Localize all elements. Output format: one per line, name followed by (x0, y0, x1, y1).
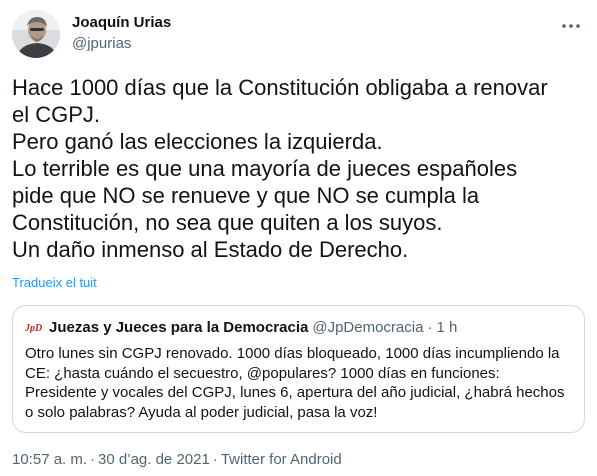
jpd-logo-text: JpD (25, 323, 42, 333)
tweet-text-line: Un daño inmenso al Estado de Derecho. (12, 237, 409, 262)
tweet-metadata: 10:57 a. m. · 30 d’ag. de 2021 · Twitter for… (12, 451, 342, 468)
separator-dot: · (427, 318, 433, 336)
tweet-source[interactable]: Twitter for Android (221, 451, 342, 468)
quoted-tweet[interactable]: JpD Juezas y Jueces para la Democracia @… (12, 305, 585, 433)
author-name[interactable]: Joaquín Urias (72, 14, 171, 31)
tweet-text-line: pide que NO se renueve y que NO se cumpl… (12, 183, 480, 208)
avatar[interactable] (12, 10, 60, 58)
quoted-text-line: o solo palabras? Ayuda al poder judicial… (25, 403, 378, 421)
more-options-button[interactable] (559, 14, 583, 38)
jpd-logo-graphic: JpD (25, 323, 42, 333)
quoted-author-name[interactable]: Juezas y Jueces para la Democracia (49, 319, 308, 336)
avatar-image (12, 10, 60, 58)
jpd-logo: JpD (25, 320, 43, 334)
tweet-date[interactable]: 30 d’ag. de 2021 (98, 451, 210, 468)
quoted-author-handle[interactable]: @JpDemocracia (312, 319, 423, 336)
tweet-text-line: el CGPJ. (12, 102, 101, 127)
tweet-text: Hace 1000 días que la Constitución oblig… (12, 74, 587, 263)
tweet-header: Joaquín Urias @jpurias (12, 10, 585, 60)
separator-dot: · (212, 451, 218, 468)
translate-tweet-link[interactable]: Tradueix el tuit (12, 275, 97, 290)
quoted-tweet-text: Otro lunes sin CGPJ renovado. 1000 días … (25, 344, 575, 422)
tweet-text-line: Lo terrible es que una mayoría de jueces… (12, 156, 518, 181)
quoted-tweet-header: JpD Juezas y Jueces para la Democracia @… (25, 318, 457, 336)
quoted-text-line: CE: ¿hasta cuándo el secuestro, @popular… (25, 364, 500, 382)
quoted-timestamp[interactable]: 1 h (436, 319, 457, 336)
tweet: Joaquín Urias @jpurias Hace 1000 días qu… (0, 0, 597, 476)
tweet-text-line: Hace 1000 días que la Constitución oblig… (12, 75, 548, 100)
quoted-text-line: Otro lunes sin CGPJ renovado. 1000 días … (25, 345, 560, 362)
tweet-text-line: Pero ganó las elecciones la izquierda. (12, 129, 383, 154)
more-horizontal-icon (562, 24, 580, 28)
tweet-timestamp[interactable]: 10:57 a. m. (12, 451, 87, 468)
author-handle[interactable]: @jpurias (72, 35, 131, 52)
quoted-text-line: Presidente y vocales del CGPJ, lunes 6, … (25, 384, 565, 401)
tweet-text-line: Constitución, no sea que quiten a los su… (12, 210, 443, 235)
separator-dot: · (90, 451, 96, 468)
